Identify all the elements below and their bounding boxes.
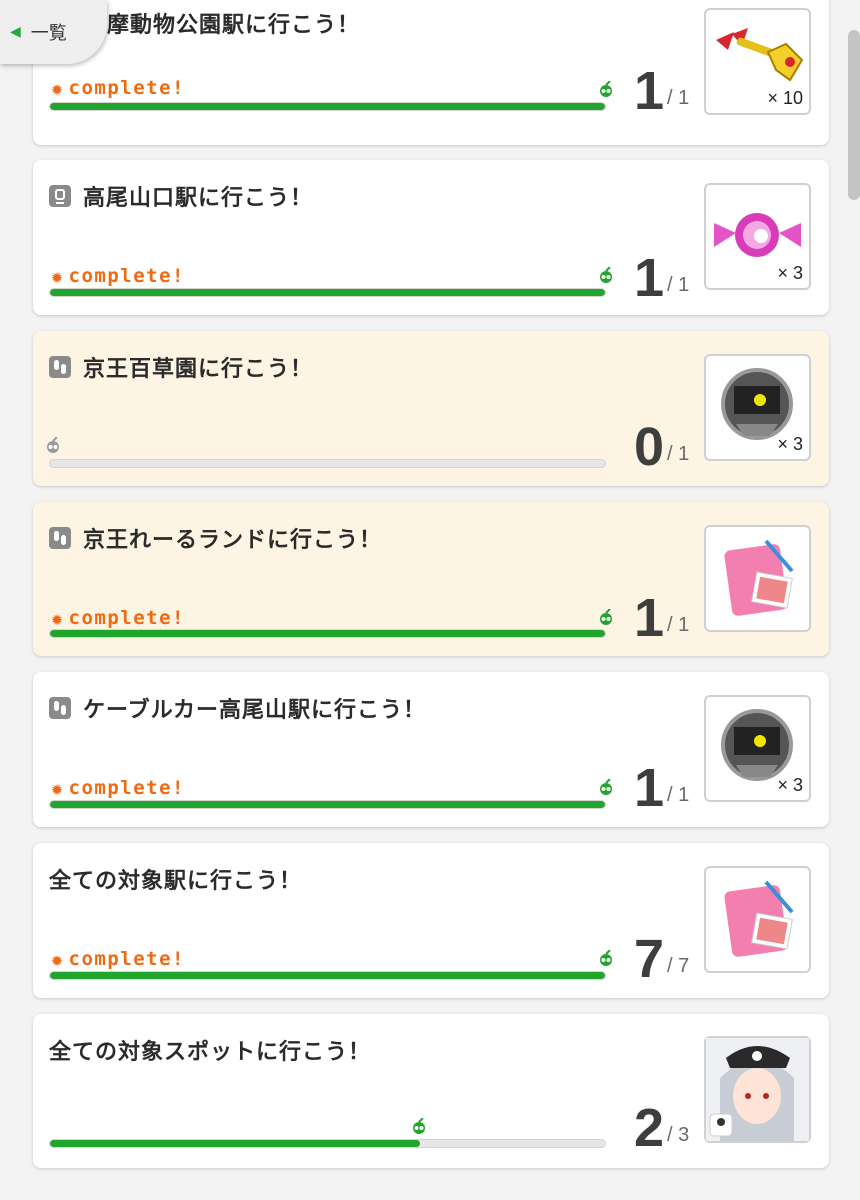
- progress-count: 2/ 3: [633, 1098, 690, 1158]
- reward-slot[interactable]: × 3: [704, 695, 811, 802]
- mascot-icon: [600, 267, 612, 283]
- mascot-icon: [413, 1118, 425, 1134]
- star-icon: ✹: [51, 947, 65, 971]
- progress-bar: [49, 1139, 606, 1148]
- star-icon: ✹: [51, 606, 65, 630]
- star-icon: ✹: [51, 76, 65, 100]
- reward-slot[interactable]: × 3: [704, 354, 811, 461]
- progress-count: 1/ 1: [633, 248, 690, 308]
- footprint-icon: [49, 527, 71, 549]
- progress-count: 1/ 1: [633, 588, 690, 648]
- progress-bar: [49, 102, 606, 111]
- mission-title: 高尾山口駅に行こう！: [49, 180, 313, 212]
- mission-list: 摩動物公園駅に行こう！ ✹ complete! 1/ 1 × 10 高尾山口駅に行…: [0, 0, 860, 1200]
- mission-title: ケーブルカー高尾山駅に行こう！: [49, 692, 426, 724]
- star-icon: ✹: [51, 264, 65, 288]
- mascot-icon: [600, 609, 612, 625]
- reward-quantity: × 10: [767, 88, 803, 108]
- pink-album-icon: [724, 539, 794, 616]
- complete-label: ✹ complete!: [51, 776, 185, 800]
- reward-quantity: × 3: [777, 775, 803, 795]
- complete-label: ✹ complete!: [51, 264, 185, 288]
- progress-count: 1/ 1: [633, 758, 690, 818]
- footprint-icon: [49, 356, 71, 378]
- progress-bar: [49, 800, 606, 809]
- progress-bar: [49, 629, 606, 638]
- back-label: 一覧: [30, 23, 67, 44]
- mission-card[interactable]: 全ての対象駅に行こう！ ✹ complete! 7/ 7: [33, 843, 829, 998]
- progress-bar: [49, 459, 606, 468]
- complete-label: ✹ complete!: [51, 606, 185, 630]
- back-button[interactable]: ◀ 一覧: [0, 0, 107, 64]
- progress-count: 0/ 1: [633, 417, 690, 477]
- mission-card[interactable]: ケーブルカー高尾山駅に行こう！ ✹ complete! 1/ 1 × 3: [33, 672, 829, 827]
- progress-count: 7/ 7: [633, 929, 690, 989]
- star-icon: ✹: [51, 776, 65, 800]
- mascot-icon: [600, 950, 612, 966]
- mission-title: 摩動物公園駅に行こう！: [107, 13, 361, 38]
- reward-quantity: × 3: [777, 434, 803, 454]
- complete-label: ✹ complete!: [51, 76, 185, 100]
- character-portrait-icon: [706, 1038, 809, 1141]
- mascot-icon: [600, 779, 612, 795]
- progress-count: 1/ 1: [633, 61, 690, 121]
- scrollbar[interactable]: [848, 30, 860, 200]
- reward-slot[interactable]: × 10: [704, 8, 811, 115]
- mission-title: 京王百草園に行こう！: [49, 351, 313, 383]
- progress-bar: [49, 971, 606, 980]
- progress-bar: [49, 288, 606, 297]
- mission-title: 京王れーるランドに行こう！: [49, 522, 382, 554]
- mission-card[interactable]: 京王れーるランドに行こう！ ✹ complete! 1/ 1: [33, 502, 829, 656]
- mission-card[interactable]: 高尾山口駅に行こう！ ✹ complete! 1/ 1 × 3: [33, 160, 829, 315]
- reward-slot[interactable]: [704, 866, 811, 973]
- mascot-icon: [47, 437, 59, 453]
- train-icon: [49, 185, 71, 207]
- reward-quantity: × 3: [777, 263, 803, 283]
- mission-card[interactable]: 京王百草園に行こう！ 0/ 1 × 3: [33, 331, 829, 486]
- reward-slot[interactable]: × 3: [704, 183, 811, 290]
- reward-slot[interactable]: [704, 1036, 811, 1143]
- mission-title: 全ての対象スポットに行こう！: [49, 1040, 372, 1065]
- mission-card[interactable]: 摩動物公園駅に行こう！ ✹ complete! 1/ 1 × 10: [33, 0, 829, 145]
- pink-album-icon: [724, 880, 794, 957]
- footprint-icon: [49, 697, 71, 719]
- reward-slot[interactable]: [704, 525, 811, 632]
- complete-label: ✹ complete!: [51, 947, 185, 971]
- mission-title: 全ての対象駅に行こう！: [49, 869, 303, 894]
- mascot-icon: [600, 81, 612, 97]
- mission-card[interactable]: 全ての対象スポットに行こう！ 2/ 3: [33, 1014, 829, 1168]
- chevron-left-icon: ◀: [10, 24, 21, 40]
